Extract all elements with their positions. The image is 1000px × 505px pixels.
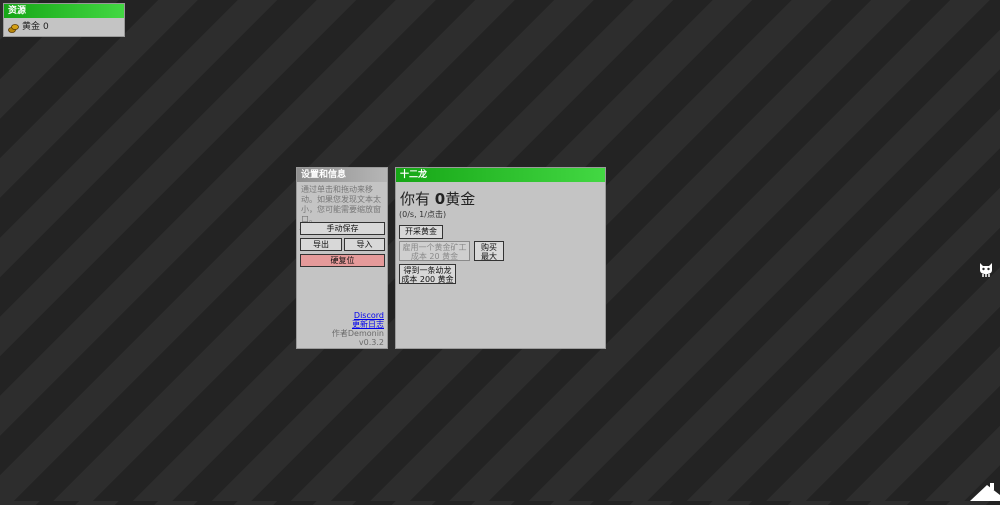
resources-panel[interactable]: 资源 黄金 0 bbox=[3, 3, 125, 37]
buy-max-line2: 最大 bbox=[481, 252, 497, 261]
gold-amount: 0 bbox=[434, 190, 446, 208]
resources-title: 资源 bbox=[4, 4, 124, 18]
gold-suffix: 黄金 bbox=[445, 190, 476, 208]
gold-value: 0 bbox=[43, 22, 49, 32]
buy-max-button[interactable]: 购买 最大 bbox=[474, 241, 504, 261]
mine-gold-button[interactable]: 开采黄金 bbox=[399, 225, 443, 239]
gold-coins-icon bbox=[8, 22, 19, 33]
gold-amount-display: 你有 0黄金 bbox=[400, 188, 475, 209]
settings-info-text: 通过单击和拖动来移动。如果您发现文本太小，您可能需要缩放窗口。 bbox=[301, 185, 381, 224]
import-button[interactable]: 导入 bbox=[344, 238, 385, 251]
settings-panel[interactable]: 设置和信息 通过单击和拖动来移动。如果您发现文本太小，您可能需要缩放窗口。 手动… bbox=[296, 167, 388, 349]
manual-save-button[interactable]: 手动保存 bbox=[300, 222, 385, 235]
baby-dragon-cost: 成本 200 黄金 bbox=[401, 275, 454, 284]
hire-miner-button[interactable]: 雇用一个黄金矿工 成本 20 黄金 bbox=[399, 241, 470, 261]
home-icon[interactable] bbox=[970, 481, 1000, 501]
settings-links: Discord 更新日志 作者Demonin v0.3.2 bbox=[332, 311, 384, 347]
hire-miner-cost: 成本 20 黄金 bbox=[410, 252, 459, 261]
gold-resource-row: 黄金 0 bbox=[4, 18, 124, 36]
discord-link[interactable]: Discord bbox=[332, 311, 384, 320]
gold-rate-text: (0/s, 1/点击) bbox=[399, 210, 447, 219]
baby-dragon-label: 得到一条幼龙 bbox=[403, 266, 452, 275]
gold-label: 黄金 bbox=[22, 22, 41, 32]
dragon-panel[interactable]: 十二龙 你有 0黄金 (0/s, 1/点击) 开采黄金 雇用一个黄金矿工 成本 … bbox=[395, 167, 606, 349]
version-text: v0.3.2 bbox=[358, 338, 384, 347]
settings-title: 设置和信息 bbox=[297, 168, 387, 182]
get-baby-dragon-button[interactable]: 得到一条幼龙 成本 200 黄金 bbox=[399, 264, 456, 284]
gold-prefix: 你有 bbox=[400, 190, 431, 208]
buy-max-line1: 购买 bbox=[481, 243, 497, 252]
changelog-link[interactable]: 更新日志 bbox=[332, 320, 384, 329]
dragon-panel-title: 十二龙 bbox=[396, 168, 605, 182]
export-button[interactable]: 导出 bbox=[300, 238, 342, 251]
hard-reset-button[interactable]: 硬复位 bbox=[300, 254, 385, 267]
github-cat-icon[interactable] bbox=[978, 260, 994, 278]
hire-miner-label: 雇用一个黄金矿工 bbox=[402, 243, 467, 252]
author-text: 作者Demonin bbox=[331, 329, 384, 338]
